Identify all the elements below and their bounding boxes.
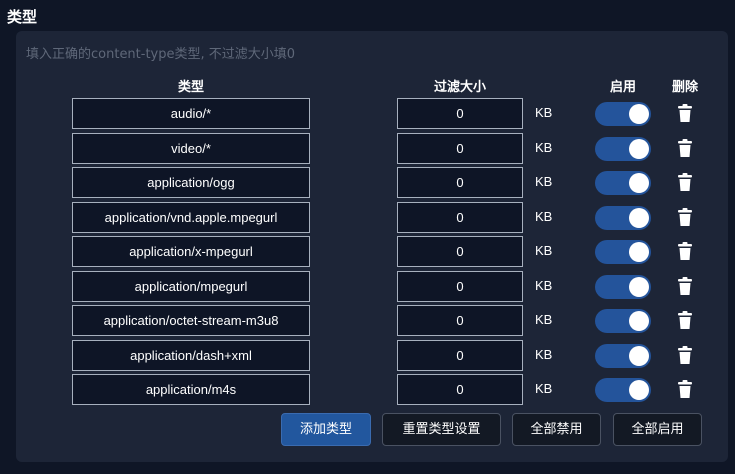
trash-icon[interactable] bbox=[678, 207, 692, 227]
type-input[interactable] bbox=[72, 167, 310, 198]
toggle-knob bbox=[629, 311, 649, 331]
trash-icon[interactable] bbox=[678, 241, 692, 261]
enabled-toggle[interactable] bbox=[595, 309, 651, 333]
enabled-toggle[interactable] bbox=[595, 343, 651, 368]
disable-all-button[interactable]: 全部禁用 bbox=[512, 413, 601, 446]
type-input[interactable] bbox=[72, 270, 310, 302]
size-input[interactable] bbox=[397, 167, 523, 198]
unit-label: KB bbox=[535, 174, 553, 189]
header-type: 类型 bbox=[177, 80, 204, 95]
type-input[interactable] bbox=[72, 132, 310, 164]
enabled-toggle[interactable] bbox=[595, 102, 651, 126]
type-row: KB bbox=[16, 167, 728, 198]
reset-types-button[interactable]: 重置类型设置 bbox=[382, 413, 501, 446]
type-row: KB bbox=[16, 339, 728, 371]
size-input[interactable] bbox=[397, 132, 523, 164]
size-input[interactable] bbox=[397, 98, 523, 129]
type-input[interactable] bbox=[72, 98, 310, 129]
hint-text: 填入正确的content-type类型, 不过滤大小填0 bbox=[26, 47, 296, 62]
enabled-toggle[interactable] bbox=[595, 171, 651, 195]
size-input[interactable] bbox=[397, 374, 523, 405]
toggle-knob bbox=[629, 104, 649, 124]
type-row: KB bbox=[16, 374, 728, 405]
toggle-knob bbox=[629, 173, 649, 193]
toggle-knob bbox=[629, 138, 649, 159]
trash-icon[interactable] bbox=[678, 379, 692, 399]
unit-label: KB bbox=[535, 346, 553, 362]
enabled-toggle[interactable] bbox=[595, 274, 651, 299]
size-input[interactable] bbox=[397, 236, 523, 267]
add-type-button[interactable]: 添加类型 bbox=[281, 413, 371, 446]
toggle-knob bbox=[629, 276, 649, 297]
toggle-knob bbox=[629, 242, 649, 262]
size-input[interactable] bbox=[397, 270, 523, 302]
enabled-toggle[interactable] bbox=[595, 378, 651, 402]
header-size: 过滤大小 bbox=[433, 80, 486, 95]
type-input[interactable] bbox=[72, 339, 310, 371]
header-enabled: 启用 bbox=[609, 80, 636, 95]
toggle-knob bbox=[629, 207, 649, 228]
type-input[interactable] bbox=[72, 305, 310, 336]
enabled-toggle[interactable] bbox=[595, 136, 651, 161]
section-title: 类型 bbox=[7, 8, 38, 26]
type-row: KB bbox=[16, 98, 728, 129]
unit-label: KB bbox=[535, 312, 553, 327]
trash-icon[interactable] bbox=[678, 276, 692, 296]
size-input[interactable] bbox=[397, 201, 523, 233]
unit-label: KB bbox=[535, 381, 553, 396]
toggle-knob bbox=[629, 380, 649, 400]
toggle-knob bbox=[629, 345, 649, 366]
unit-label: KB bbox=[535, 139, 553, 155]
unit-label: KB bbox=[535, 277, 553, 293]
header-delete: 删除 bbox=[671, 80, 698, 95]
unit-label: KB bbox=[535, 208, 553, 224]
types-panel: 填入正确的content-type类型, 不过滤大小填0 类型 过滤大小 启用 … bbox=[16, 31, 728, 462]
trash-icon[interactable] bbox=[678, 138, 692, 158]
type-input[interactable] bbox=[72, 374, 310, 405]
trash-icon[interactable] bbox=[678, 310, 692, 330]
type-row: KB bbox=[16, 201, 728, 233]
enabled-toggle[interactable] bbox=[595, 205, 651, 230]
type-row: KB bbox=[16, 132, 728, 164]
size-input[interactable] bbox=[397, 305, 523, 336]
size-input[interactable] bbox=[397, 339, 523, 371]
type-row: KB bbox=[16, 305, 728, 336]
enabled-toggle[interactable] bbox=[595, 240, 651, 264]
unit-label: KB bbox=[535, 243, 553, 258]
enable-all-button[interactable]: 全部启用 bbox=[613, 413, 702, 446]
type-row: KB bbox=[16, 236, 728, 267]
trash-icon[interactable] bbox=[678, 172, 692, 192]
type-row: KB bbox=[16, 270, 728, 302]
trash-icon[interactable] bbox=[678, 345, 692, 365]
type-input[interactable] bbox=[72, 201, 310, 233]
unit-label: KB bbox=[535, 105, 553, 120]
trash-icon[interactable] bbox=[678, 103, 692, 123]
type-input[interactable] bbox=[72, 236, 310, 267]
